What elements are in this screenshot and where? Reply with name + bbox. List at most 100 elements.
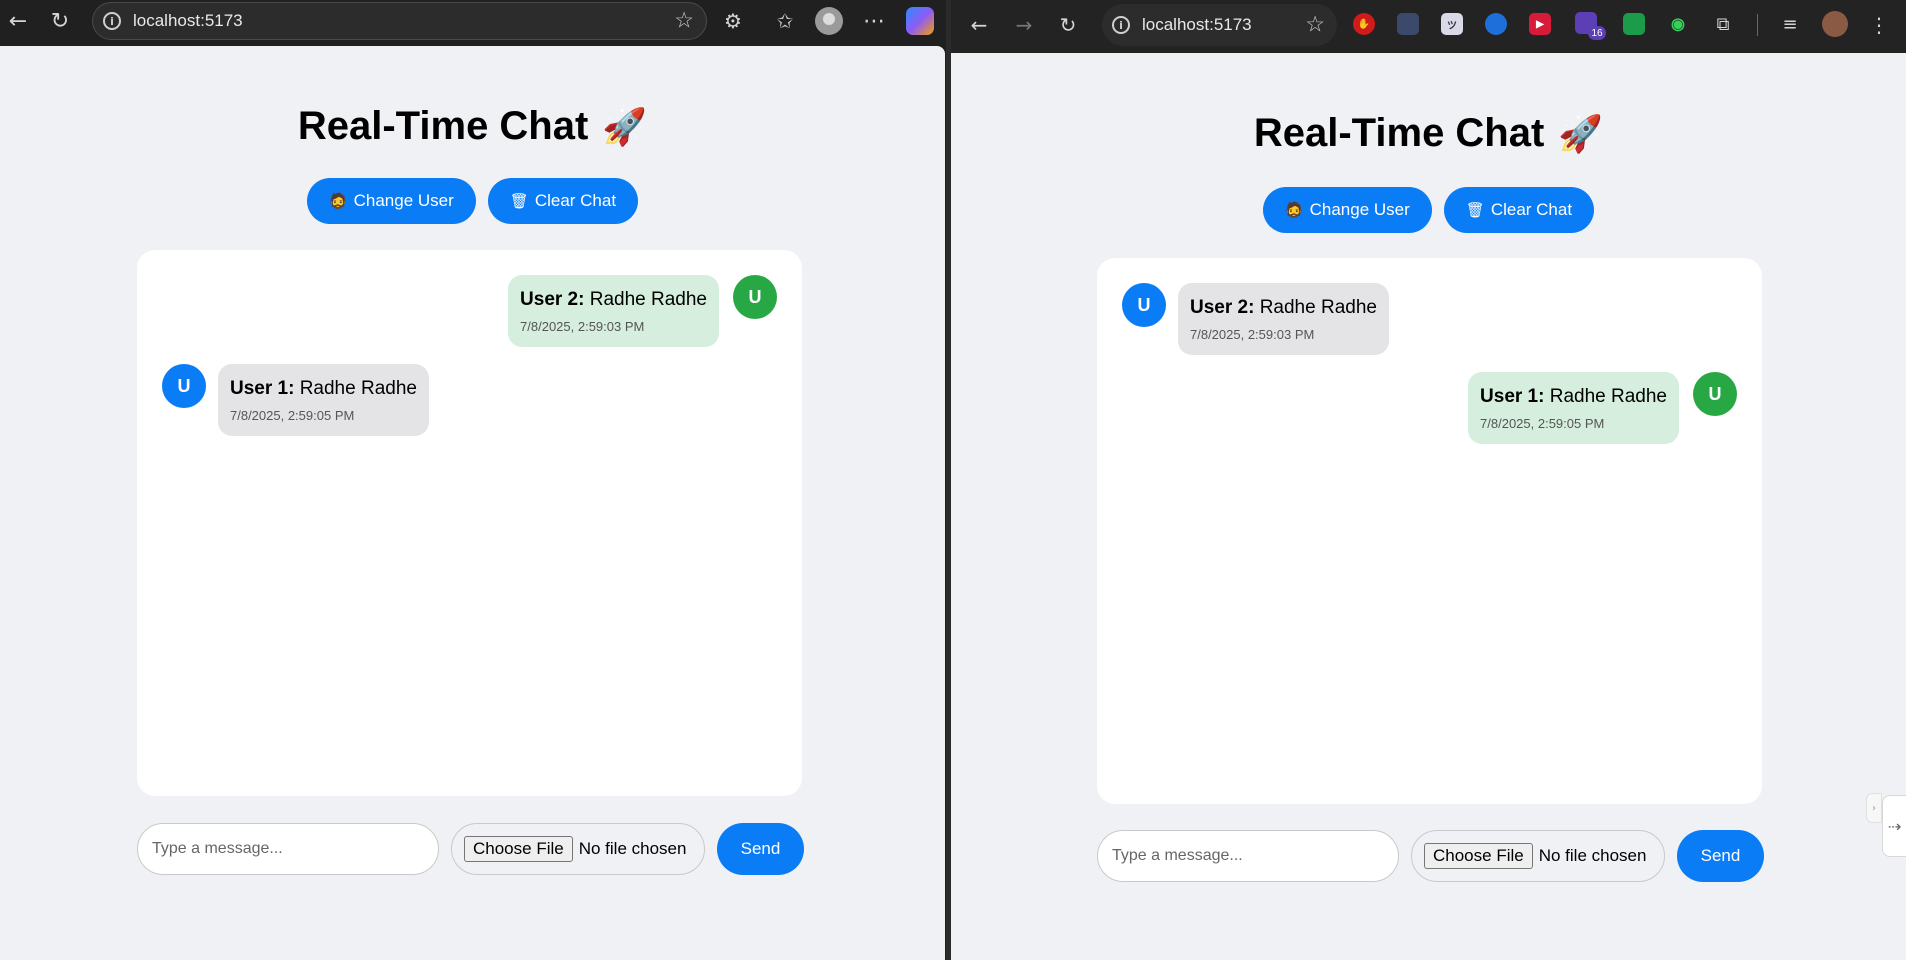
message-bubble: User 1: Radhe Radhe 7/8/2025, 2:59:05 PM <box>1468 372 1679 444</box>
rocket-icon: 🚀 <box>602 107 648 148</box>
composer: Choose File No file chosen Send <box>1097 830 1764 882</box>
composer: Choose File No file chosen Send <box>137 823 804 875</box>
left-chat-app: Real-Time Chat 🚀 🧔 Change User 🗑 Clear Ch… <box>0 46 945 960</box>
action-buttons: 🧔 Change User 🗑 Clear Chat <box>951 187 1906 233</box>
message-bubble: User 2: Radhe Radhe 7/8/2025, 2:59:03 PM <box>1178 283 1389 355</box>
message-line: User 2: Radhe Radhe <box>1190 297 1377 319</box>
message-sender: User 2: <box>520 289 585 310</box>
clear-chat-button[interactable]: 🗑 Clear Chat <box>487 178 639 224</box>
file-status: No file chosen <box>1538 846 1647 865</box>
clear-chat-button[interactable]: 🗑 Clear Chat <box>1443 187 1595 233</box>
edge-extension-icon[interactable] <box>1485 13 1507 35</box>
trash-icon: 🗑 <box>509 192 529 210</box>
message-bubble: User 1: Radhe Radhe 7/8/2025, 2:59:05 PM <box>218 364 429 436</box>
trash-icon: 🗑 <box>1465 201 1485 219</box>
left-browser-window: ← ↻ i localhost:5173 ☆ ⚙ ✩ ⋯ Real-Time C… <box>0 0 946 960</box>
left-address-text: localhost:5173 <box>133 11 243 30</box>
page-title: Real-Time Chat 🚀 <box>951 111 1906 156</box>
message-text: Radhe Radhe <box>1259 297 1377 318</box>
message-line: User 1: Radhe Radhe <box>230 378 417 400</box>
message-bubble: User 2: Radhe Radhe 7/8/2025, 2:59:03 PM <box>508 275 719 347</box>
favorite-star-icon[interactable]: ☆ <box>674 9 694 34</box>
message-sender: User 2: <box>1190 297 1255 318</box>
copilot-icon[interactable] <box>906 7 934 35</box>
message-sender: User 1: <box>1480 386 1545 407</box>
file-input[interactable]: Choose File No file chosen <box>1411 830 1665 882</box>
send-button[interactable]: Send <box>717 823 804 875</box>
action-buttons: 🧔 Change User 🗑 Clear Chat <box>0 178 945 224</box>
reading-list-icon[interactable]: ≡ <box>1778 12 1802 36</box>
right-address-bar[interactable]: i localhost:5173 ☆ <box>1102 4 1337 46</box>
message-timestamp: 7/8/2025, 2:59:05 PM <box>230 408 355 423</box>
collapse-chevron-icon[interactable]: › <box>1866 793 1882 823</box>
send-button[interactable]: Send <box>1677 830 1764 882</box>
right-chat-app: Real-Time Chat 🚀 🧔 Change User 🗑 Clear Ch… <box>951 53 1906 960</box>
message-timestamp: 7/8/2025, 2:59:03 PM <box>520 319 645 334</box>
favorites-icon[interactable]: ✩ <box>772 8 798 34</box>
left-address-bar[interactable]: i localhost:5173 ☆ <box>92 2 707 40</box>
page-title-text: Real-Time Chat <box>297 104 589 148</box>
message-input[interactable] <box>137 823 439 875</box>
info-icon[interactable]: i <box>1112 16 1130 34</box>
message-text: Radhe Radhe <box>299 378 417 399</box>
message-item: User 2: Radhe Radhe 7/8/2025, 2:59:03 PM… <box>508 275 777 347</box>
profile-avatar-icon[interactable] <box>1822 11 1848 37</box>
chat-messages-panel: U User 2: Radhe Radhe 7/8/2025, 2:59:03 … <box>1097 258 1762 804</box>
clear-chat-label: Clear Chat <box>1490 200 1573 219</box>
change-user-label: Change User <box>1309 200 1410 219</box>
message-timestamp: 7/8/2025, 2:59:03 PM <box>1190 327 1315 342</box>
avatar: U <box>1122 283 1166 327</box>
avatar: U <box>162 364 206 408</box>
back-icon[interactable]: ← <box>965 10 993 40</box>
reload-icon[interactable]: ↻ <box>1054 10 1082 40</box>
info-icon[interactable]: i <box>103 12 121 30</box>
user-emoji-icon: 🧔 <box>328 192 348 210</box>
right-address-text: localhost:5173 <box>1142 15 1252 34</box>
video-extension-icon[interactable]: ▶ <box>1529 13 1551 35</box>
change-user-label: Change User <box>353 191 454 210</box>
mask-extension-icon[interactable]: ツ <box>1441 13 1463 35</box>
message-line: User 1: Radhe Radhe <box>1480 386 1667 408</box>
rocket-icon: 🚀 <box>1558 114 1604 155</box>
left-page: Real-Time Chat 🚀 🧔 Change User 🗑 Clear Ch… <box>0 46 945 960</box>
message-sender: User 1: <box>230 378 295 399</box>
change-user-button[interactable]: 🧔 Change User <box>306 178 476 224</box>
extension-badge: 16 <box>1588 26 1606 40</box>
message-item: U User 1: Radhe Radhe 7/8/2025, 2:59:05 … <box>162 364 429 436</box>
more-icon[interactable]: ⋯ <box>860 6 888 36</box>
screen: ← ↻ i localhost:5173 ☆ ⚙ ✩ ⋯ Real-Time C… <box>0 0 1906 960</box>
message-item: U User 2: Radhe Radhe 7/8/2025, 2:59:03 … <box>1122 283 1389 355</box>
puzzle-icon[interactable]: ⧉ <box>1711 12 1735 36</box>
message-input[interactable] <box>1097 830 1399 882</box>
avatar: U <box>733 275 777 319</box>
toolbar-separator <box>1757 14 1758 36</box>
change-user-button[interactable]: 🧔 Change User <box>1262 187 1432 233</box>
page-title-text: Real-Time Chat <box>1253 111 1545 155</box>
user-emoji-icon: 🧔 <box>1284 201 1304 219</box>
choose-file-button[interactable]: Choose File <box>1424 843 1533 869</box>
more-icon[interactable]: ⋮ <box>1869 10 1889 40</box>
message-line: User 2: Radhe Radhe <box>520 289 707 311</box>
chat-messages-panel: User 2: Radhe Radhe 7/8/2025, 2:59:03 PM… <box>137 250 802 796</box>
side-panel-tab[interactable]: ⇢ <box>1882 795 1906 857</box>
right-page: Real-Time Chat 🚀 🧔 Change User 🗑 Clear Ch… <box>951 53 1906 960</box>
forward-icon[interactable]: → <box>1010 10 1038 40</box>
extensions-icon[interactable]: ⚙ <box>720 8 746 34</box>
adblock-extension-icon[interactable]: ✋ <box>1353 13 1375 35</box>
refresh-icon[interactable]: ↻ <box>46 6 74 36</box>
left-browser-toolbar: ← ↻ i localhost:5173 ☆ ⚙ ✩ ⋯ <box>0 0 946 46</box>
profile-icon[interactable] <box>815 7 843 35</box>
file-status: No file chosen <box>578 839 687 858</box>
avatar: U <box>1693 372 1737 416</box>
clear-chat-label: Clear Chat <box>534 191 617 210</box>
right-browser-window: ← → ↻ i localhost:5173 ☆ ✋ ツ ▶ 16 ◉ ⧉ ≡ … <box>951 0 1906 960</box>
file-input[interactable]: Choose File No file chosen <box>451 823 705 875</box>
back-icon[interactable]: ← <box>4 6 32 36</box>
shield-extension-icon[interactable] <box>1397 13 1419 35</box>
message-timestamp: 7/8/2025, 2:59:05 PM <box>1480 416 1605 431</box>
bookmark-star-icon[interactable]: ☆ <box>1305 13 1325 38</box>
eye-extension-icon[interactable]: ◉ <box>1667 13 1689 35</box>
choose-file-button[interactable]: Choose File <box>464 836 573 862</box>
vpn-extension-icon[interactable] <box>1623 13 1645 35</box>
right-browser-toolbar: ← → ↻ i localhost:5173 ☆ ✋ ツ ▶ 16 ◉ ⧉ ≡ … <box>951 0 1906 53</box>
